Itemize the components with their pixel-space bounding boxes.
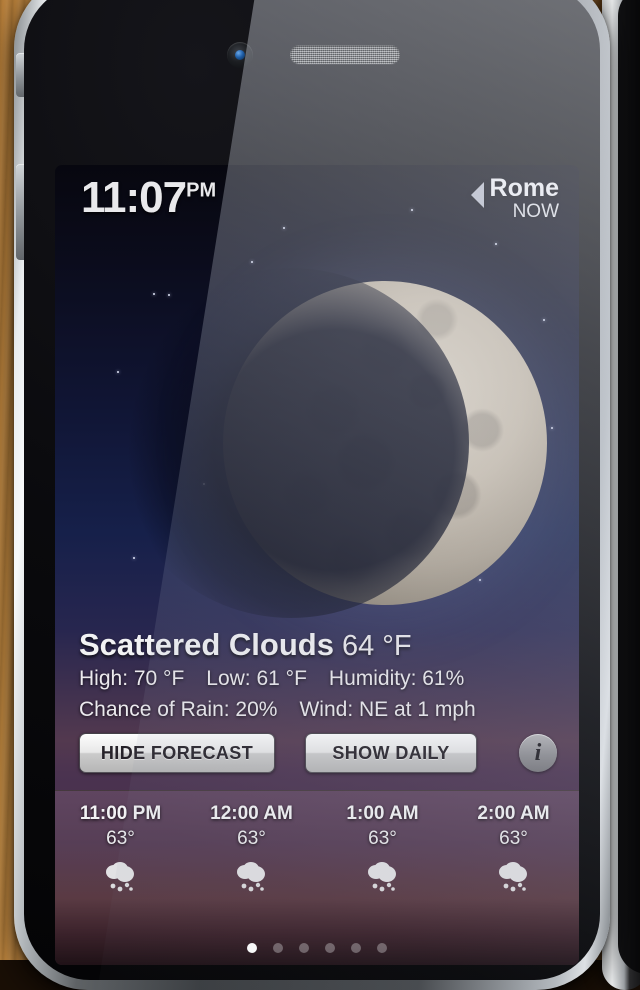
hourly-forecast-item[interactable]: 12:00 AM 63° [186, 791, 317, 965]
show-daily-button[interactable]: SHOW DAILY [305, 733, 477, 773]
app-screen: 11:07PM Rome NOW Scattered Clouds64 °F H… [55, 165, 579, 965]
hourly-temp: 63° [317, 828, 448, 850]
hourly-time: 11:00 PM [55, 803, 186, 825]
desk-background: 11:07PM Rome NOW Scattered Clouds64 °F H… [0, 0, 640, 960]
current-time-ampm: PM [186, 179, 216, 201]
condition-headline: Scattered Clouds64 °F [79, 627, 559, 663]
info-circle-icon[interactable]: i [519, 734, 557, 772]
star-icon [133, 557, 135, 559]
star-icon [551, 427, 553, 429]
front-camera-icon [227, 42, 253, 68]
page-dot[interactable] [299, 943, 309, 953]
hide-forecast-button[interactable]: HIDE FORECAST [79, 733, 275, 773]
current-conditions: Scattered Clouds64 °F High: 70 °F Low: 61… [79, 627, 559, 725]
current-time: 11:07PM [81, 173, 216, 223]
earpiece-speaker-icon [290, 45, 400, 64]
hourly-forecast-strip[interactable]: 11:00 PM63° 12:00 AM63° 1:00 AM63° 2:00 … [55, 790, 579, 965]
location-block[interactable]: Rome NOW [490, 175, 559, 223]
page-dot[interactable] [273, 943, 283, 953]
hourly-temp: 63° [55, 828, 186, 850]
screen-header: 11:07PM Rome NOW [55, 165, 579, 237]
rain-cloud-icon [55, 861, 186, 895]
star-icon [251, 261, 253, 263]
condition-description: Scattered Clouds [79, 627, 334, 662]
triangle-left-icon[interactable] [471, 182, 484, 208]
hourly-time: 12:00 AM [186, 803, 317, 825]
condition-chance-of-rain: Chance of Rain: 20% [79, 698, 277, 721]
moon-shadow [113, 268, 469, 618]
rain-cloud-icon [317, 861, 448, 895]
hourly-temp: 63° [448, 828, 579, 850]
star-icon [117, 371, 119, 373]
location-name: Rome [490, 175, 559, 201]
star-icon [479, 579, 481, 581]
condition-temperature: 64 °F [342, 630, 412, 662]
condition-wind: Wind: NE at 1 mph [299, 698, 475, 721]
star-icon [495, 243, 497, 245]
hourly-forecast-item[interactable]: 1:00 AM 63° [317, 791, 448, 965]
hourly-time: 2:00 AM [448, 803, 579, 825]
page-dot[interactable] [351, 943, 361, 953]
page-dot-active[interactable] [247, 943, 257, 953]
rain-cloud-icon [186, 861, 317, 895]
star-icon [168, 294, 170, 296]
star-icon [543, 319, 545, 321]
phone-device: 11:07PM Rome NOW Scattered Clouds64 °F H… [14, 0, 610, 990]
page-dot[interactable] [377, 943, 387, 953]
condition-row-primary: High: 70 °F Low: 61 °F Humidity: 61% [79, 663, 559, 694]
current-time-value: 11:07 [81, 173, 186, 222]
hourly-forecast-item[interactable]: 2:00 AM 63° [448, 791, 579, 965]
rain-cloud-icon [448, 861, 579, 895]
action-buttons: HIDE FORECAST SHOW DAILY i [79, 733, 559, 775]
hourly-time: 1:00 AM [317, 803, 448, 825]
condition-low: Low: 61 °F [206, 667, 307, 690]
page-dot[interactable] [325, 943, 335, 953]
secondary-phone-face [618, 0, 640, 974]
condition-high: High: 70 °F [79, 667, 184, 690]
hourly-forecast-item[interactable]: 11:00 PM 63° [55, 791, 186, 965]
condition-row-secondary: Chance of Rain: 20% Wind: NE at 1 mph [79, 694, 559, 725]
hourly-temp: 63° [186, 828, 317, 850]
location-subtitle: NOW [490, 201, 559, 223]
moon-gibbous-icon [223, 281, 547, 605]
condition-humidity: Humidity: 61% [329, 667, 464, 690]
star-icon [153, 293, 155, 295]
page-indicator[interactable] [55, 943, 579, 953]
